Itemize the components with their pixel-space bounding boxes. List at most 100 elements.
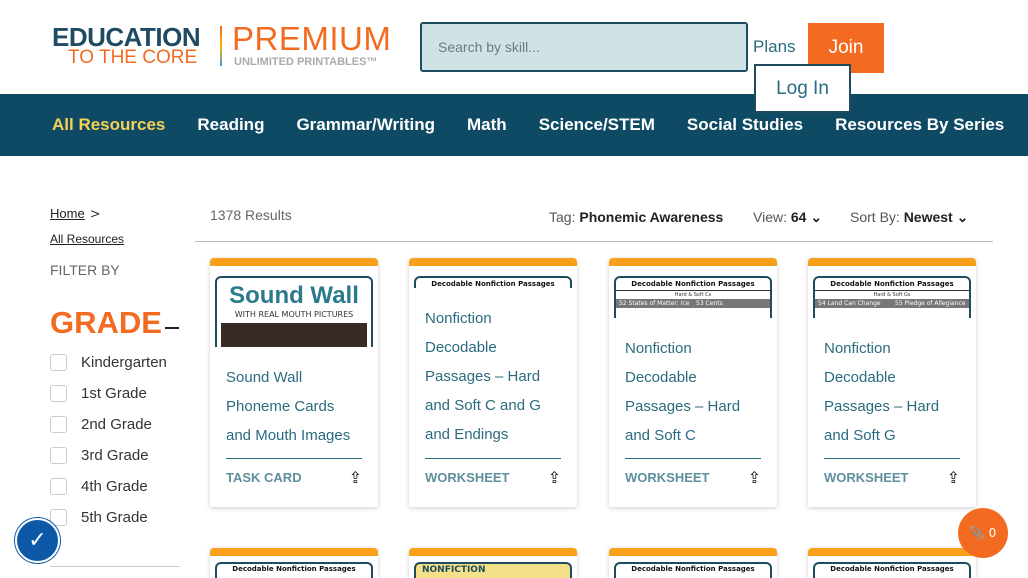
resource-card[interactable]: Decodable Nonfiction Passages Hard & Soft… (609, 258, 777, 507)
title-line: Phoneme Cards (226, 398, 335, 415)
grade-option[interactable]: 5th Grade (50, 509, 148, 526)
paperclip-icon: 📎 (969, 526, 985, 540)
thumb-subtitle: WITH REAL MOUTH PICTURES (234, 310, 354, 319)
results-count: 1378 Results (210, 207, 292, 223)
card-thumbnail: Decodable Nonfiction Passages (215, 562, 373, 578)
accessibility-button[interactable]: ✓ (15, 518, 60, 563)
resource-type: WORKSHEET (425, 470, 510, 485)
grade-option[interactable]: Kindergarten (50, 354, 167, 371)
tag-filter: Tag: Phonemic Awareness (549, 209, 723, 225)
breadcrumb-home[interactable]: Home (50, 206, 85, 221)
breadcrumb: Home > (50, 203, 101, 222)
thumb-col: 54 Land Can Change (818, 300, 881, 307)
thumb-title: Decodable Nonfiction Passages (815, 278, 969, 291)
grade-heading[interactable]: GRADE (50, 305, 162, 341)
thumb-col: 53 Cents (696, 300, 723, 307)
view-select[interactable]: View: 64 ⌄ (753, 209, 822, 226)
resource-card[interactable]: Decodable Nonfiction Passages Nonfiction… (409, 258, 577, 507)
thumb-subtitle: Hard & Soft Gs (873, 292, 911, 298)
main-nav: All Resources Reading Grammar/Writing Ma… (0, 94, 1028, 156)
share-icon[interactable]: ⇪ (548, 468, 561, 487)
divider (195, 241, 993, 242)
thumb-col: 55 Pledge of Allegiance (895, 300, 966, 307)
thumb-title: Sound Wall (229, 282, 359, 309)
share-icon[interactable]: ⇪ (349, 468, 362, 487)
title-line: Passages – Hard (425, 368, 541, 385)
nav-resources-by-series[interactable]: Resources By Series (835, 115, 1004, 135)
filter-by-label: FILTER BY (50, 262, 120, 278)
resource-card[interactable]: Decodable Nonfiction Passages (609, 548, 777, 578)
title-line: Nonfiction (625, 340, 692, 357)
premium-tagline: UNLIMITED PRINTABLES™ (234, 56, 378, 68)
share-icon[interactable]: ⇪ (748, 468, 761, 487)
grade-option[interactable]: 2nd Grade (50, 416, 152, 433)
breadcrumb-separator: > (89, 207, 101, 222)
title-line: Passages – Hard (824, 398, 940, 415)
title-line: Sound Wall (226, 369, 303, 386)
logo-divider (220, 26, 222, 66)
grade-label: 3rd Grade (81, 447, 149, 464)
plans-link[interactable]: Plans (753, 37, 796, 57)
breadcrumb-all-resources[interactable]: All Resources (50, 232, 124, 246)
chevron-down-icon: ⌄ (810, 209, 823, 225)
card-thumbnail: Decodable Nonfiction Passages (614, 562, 772, 578)
title-line: and Endings (425, 426, 509, 443)
nav-grammar-writing[interactable]: Grammar/Writing (296, 115, 435, 135)
nav-reading[interactable]: Reading (197, 115, 264, 135)
sort-value: Newest (903, 209, 953, 225)
resource-card[interactable]: Decodable Nonfiction Passages (210, 548, 378, 578)
checkbox[interactable] (50, 354, 67, 371)
sort-select[interactable]: Sort By: Newest ⌄ (850, 209, 968, 226)
accessibility-icon: ✓ (28, 528, 47, 553)
grade-option[interactable]: 3rd Grade (50, 447, 149, 464)
thumb-title: Decodable Nonfiction Passages (830, 565, 954, 573)
grade-label: 4th Grade (81, 478, 148, 495)
card-title[interactable]: Nonfiction Decodable Passages – Hard and So… (824, 334, 960, 450)
resource-card[interactable]: Decodable Nonfiction Passages (808, 548, 976, 578)
collapse-icon[interactable] (165, 327, 179, 329)
tag-value: Phonemic Awareness (579, 209, 724, 225)
grade-label: 2nd Grade (81, 416, 152, 433)
resource-type: TASK CARD (226, 470, 302, 485)
resource-type: WORKSHEET (824, 470, 909, 485)
nav-all-resources[interactable]: All Resources (52, 115, 165, 135)
checkbox[interactable] (50, 447, 67, 464)
resource-card[interactable]: NONFICTION (409, 548, 577, 578)
title-line: and Mouth Images (226, 427, 351, 444)
attachments-button[interactable]: 📎 0 (958, 508, 1008, 558)
title-line: and Soft C and G (425, 397, 541, 414)
login-button[interactable]: Log In (754, 64, 851, 113)
nav-social-studies[interactable]: Social Studies (687, 115, 803, 135)
thumb-title: NONFICTION (422, 565, 486, 575)
grade-option[interactable]: 4th Grade (50, 478, 148, 495)
chevron-down-icon: ⌄ (956, 209, 969, 225)
logo-subtext: TO THE CORE (68, 47, 198, 68)
attachments-count: 0 (988, 526, 997, 540)
title-line: Nonfiction (425, 310, 492, 327)
thumb-title: Decodable Nonfiction Passages (232, 565, 356, 573)
grade-option[interactable]: 1st Grade (50, 385, 147, 402)
card-title[interactable]: Sound Wall Phoneme Cards and Mouth Images (226, 363, 362, 450)
divider (50, 566, 180, 567)
card-thumbnail: NONFICTION (414, 562, 572, 578)
card-title[interactable]: Nonfiction Decodable Passages – Hard and So… (625, 334, 761, 450)
title-line: Decodable (425, 339, 497, 356)
checkbox[interactable] (50, 478, 67, 495)
share-icon[interactable]: ⇪ (947, 468, 960, 487)
title-line: and Soft C (625, 427, 696, 444)
card-title[interactable]: Nonfiction Decodable Passages – Hard and So… (425, 304, 561, 449)
resource-card[interactable]: Decodable Nonfiction Passages Hard & Soft… (808, 258, 976, 507)
sort-label: Sort By: (850, 209, 900, 225)
view-label: View: (753, 209, 787, 225)
grade-label: 1st Grade (81, 385, 147, 402)
title-line: Decodable (824, 369, 896, 386)
nav-science-stem[interactable]: Science/STEM (539, 115, 655, 135)
resource-card[interactable]: Sound Wall WITH REAL MOUTH PICTURES Soun… (210, 258, 378, 507)
nav-math[interactable]: Math (467, 115, 507, 135)
checkbox[interactable] (50, 416, 67, 433)
title-line: Passages – Hard (625, 398, 741, 415)
resource-type: WORKSHEET (625, 470, 710, 485)
search-input[interactable] (420, 22, 748, 72)
thumb-title: Decodable Nonfiction Passages (631, 565, 755, 573)
checkbox[interactable] (50, 385, 67, 402)
